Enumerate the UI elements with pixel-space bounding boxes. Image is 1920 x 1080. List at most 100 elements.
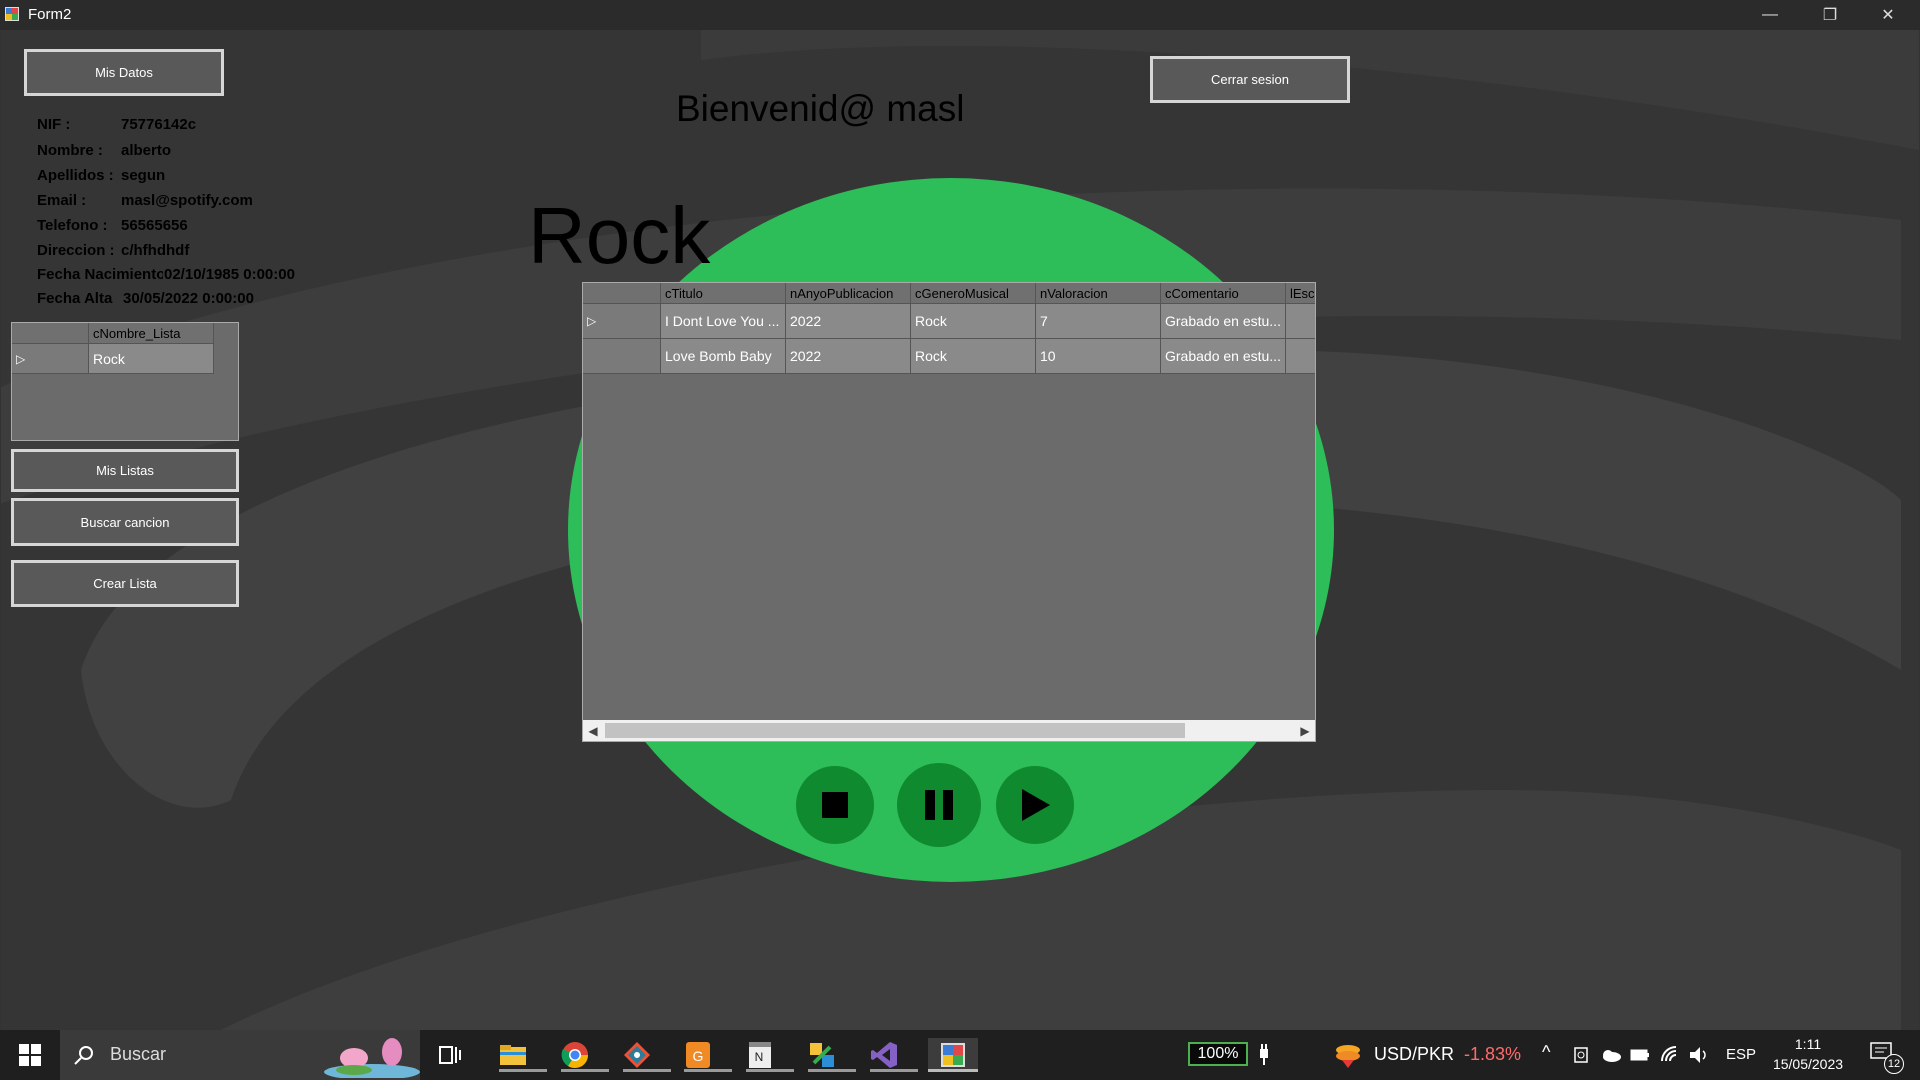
table-cell[interactable]	[1286, 339, 1315, 374]
windows-logo-icon	[19, 1044, 41, 1066]
battery-indicator[interactable]: 100%	[1188, 1042, 1248, 1066]
scrollbar-thumb[interactable]	[605, 723, 1185, 738]
songs-grid[interactable]: cTitulo nAnyoPublicacion cGeneroMusical …	[582, 282, 1316, 742]
playlist-title: Rock	[528, 191, 711, 280]
column-header[interactable]: lEsc	[1286, 283, 1315, 304]
battery-icon[interactable]	[1630, 1047, 1650, 1063]
table-cell[interactable]: Grabado en estu...	[1161, 304, 1286, 339]
folder-icon	[500, 1045, 526, 1065]
visual-studio-taskbar-button[interactable]	[866, 1038, 918, 1072]
notepad-icon: N	[749, 1042, 771, 1068]
stop-button[interactable]	[796, 766, 874, 844]
form-app-taskbar-button[interactable]	[928, 1038, 978, 1072]
git-taskbar-button[interactable]	[619, 1038, 671, 1072]
table-cell[interactable]: 7	[1036, 304, 1161, 339]
xamarin-tool-icon	[810, 1043, 834, 1067]
row-selector-icon: ▷	[16, 351, 26, 366]
notification-count-badge: 12	[1884, 1054, 1904, 1074]
onedrive-cloud-icon[interactable]	[1600, 1047, 1622, 1063]
search-song-button-label: Buscar cancion	[80, 514, 170, 530]
my-data-button[interactable]: Mis Datos	[24, 49, 224, 96]
volume-icon[interactable]	[1688, 1045, 1710, 1065]
my-lists-button[interactable]: Mis Listas	[11, 449, 239, 492]
pause-icon	[925, 790, 953, 820]
row-header[interactable]: ▷	[583, 304, 661, 339]
horizontal-scrollbar[interactable]: ◀ ▶	[583, 720, 1315, 741]
lists-grid-row-header[interactable]: ▷	[12, 344, 89, 374]
songs-grid-corner	[583, 283, 661, 304]
window-title-bar: Form2 — ❐ ✕	[0, 0, 1920, 30]
lists-grid-header[interactable]: cNombre_Lista	[89, 323, 214, 344]
row-selector-icon: ▷	[587, 314, 597, 328]
lists-grid[interactable]: cNombre_Lista ▷ Rock	[11, 322, 239, 441]
info-surname: Apellidos : segun	[37, 167, 165, 184]
column-header[interactable]: cTitulo	[661, 283, 786, 304]
charging-plug-icon	[1260, 1044, 1268, 1065]
table-cell[interactable]: I Dont Love You ...	[661, 304, 786, 339]
row-header[interactable]	[583, 339, 661, 374]
table-cell[interactable]: Love Bomb Baby	[661, 339, 786, 374]
info-name: Nombre : alberto	[37, 142, 171, 159]
column-header[interactable]: cGeneroMusical	[911, 283, 1036, 304]
table-cell[interactable]: 10	[1036, 339, 1161, 374]
file-explorer-taskbar-button[interactable]	[495, 1038, 547, 1072]
table-cell[interactable]: 2022	[786, 304, 911, 339]
scroll-right-icon[interactable]: ▶	[1295, 720, 1315, 741]
currency-widget-icon	[1336, 1045, 1360, 1068]
create-list-button[interactable]: Crear Lista	[11, 560, 239, 607]
lists-grid-cell[interactable]: Rock	[89, 344, 214, 374]
close-icon: ✕	[1881, 7, 1895, 24]
currency-pair[interactable]: USD/PKR	[1374, 1044, 1454, 1065]
info-label: Direccion :	[37, 242, 115, 259]
running-indicator	[808, 1069, 856, 1072]
clock[interactable]: 1:11 15/05/2023	[1766, 1034, 1850, 1074]
column-header[interactable]: nAnyoPublicacion	[786, 283, 911, 304]
device-icon[interactable]	[1572, 1046, 1590, 1064]
start-button[interactable]	[12, 1038, 48, 1072]
table-cell[interactable]	[1286, 304, 1315, 339]
search-placeholder: Buscar	[110, 1044, 167, 1064]
svg-text:N: N	[755, 1050, 764, 1064]
chrome-taskbar-button[interactable]	[557, 1038, 609, 1072]
info-label: Telefono :	[37, 217, 108, 234]
form-client-area: Mis Datos Bienvenid@ masl Cerrar sesion …	[1, 30, 1919, 1030]
pdf-app-taskbar-button[interactable]: G	[680, 1038, 732, 1072]
lists-grid-corner	[12, 323, 89, 344]
winforms-app-icon	[941, 1043, 965, 1067]
table-cell[interactable]: 2022	[786, 339, 911, 374]
notification-center-button[interactable]: 12	[1866, 1038, 1906, 1074]
info-value: 02/10/1985 0:00:00	[164, 266, 295, 283]
play-button[interactable]	[996, 766, 1074, 844]
info-birthdate: Fecha Nacimiento 02/10/1985 0:00:00	[37, 266, 295, 283]
info-nif: NIF : 75776142c	[37, 116, 196, 133]
table-cell[interactable]: Rock	[911, 339, 1036, 374]
table-cell[interactable]: Rock	[911, 304, 1036, 339]
task-view-button[interactable]	[432, 1038, 468, 1072]
language-indicator[interactable]: ESP	[1726, 1046, 1756, 1063]
chevron-up-icon[interactable]: ^	[1542, 1042, 1550, 1063]
wifi-icon[interactable]	[1660, 1045, 1680, 1065]
info-value: masl@spotify.com	[121, 192, 253, 209]
chrome-icon	[561, 1042, 589, 1069]
logout-button[interactable]: Cerrar sesion	[1150, 56, 1350, 103]
info-label: Nombre :	[37, 142, 103, 159]
close-button[interactable]: ✕	[1858, 0, 1918, 30]
pause-button[interactable]	[897, 763, 981, 847]
info-label: Email :	[37, 192, 87, 209]
active-indicator	[928, 1069, 978, 1072]
tool-taskbar-button[interactable]	[804, 1038, 856, 1072]
welcome-heading: Bienvenid@ masl	[676, 88, 965, 129]
svg-text:G: G	[693, 1048, 704, 1064]
minimize-icon: —	[1762, 6, 1778, 23]
search-song-button[interactable]: Buscar cancion	[11, 498, 239, 546]
info-label: NIF :	[37, 116, 71, 133]
table-cell[interactable]: Grabado en estu...	[1161, 339, 1286, 374]
column-header[interactable]: nValoracion	[1036, 283, 1161, 304]
taskbar-search-box[interactable]: Buscar	[60, 1030, 420, 1080]
restore-button[interactable]: ❐	[1800, 0, 1860, 30]
column-header[interactable]: cComentario	[1161, 283, 1286, 304]
notepadpp-taskbar-button[interactable]: N	[742, 1038, 794, 1072]
scroll-left-icon[interactable]: ◀	[583, 720, 603, 741]
info-label: Fecha Alta	[37, 290, 113, 307]
minimize-button[interactable]: —	[1740, 0, 1800, 30]
